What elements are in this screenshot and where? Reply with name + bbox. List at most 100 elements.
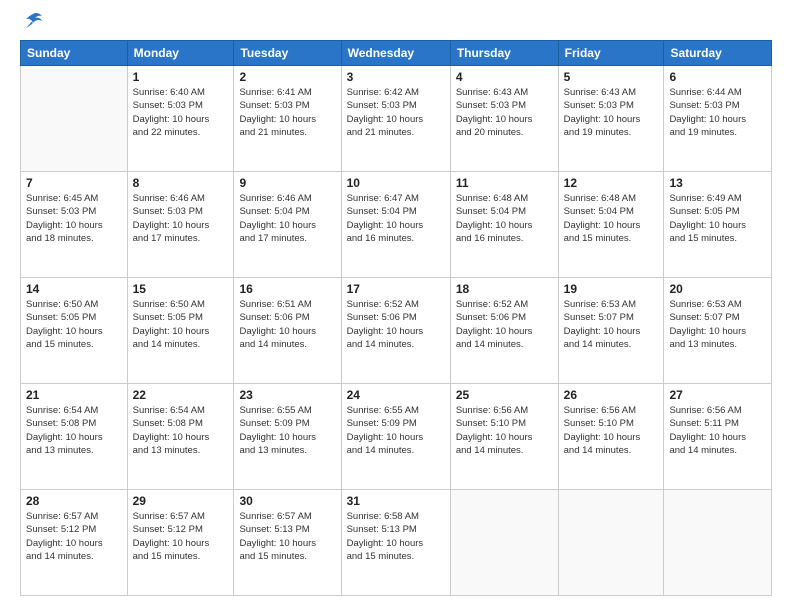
day-number: 20 xyxy=(669,282,766,296)
day-info: Sunrise: 6:53 AM Sunset: 5:07 PM Dayligh… xyxy=(564,298,659,351)
day-info: Sunrise: 6:54 AM Sunset: 5:08 PM Dayligh… xyxy=(26,404,122,457)
day-info: Sunrise: 6:55 AM Sunset: 5:09 PM Dayligh… xyxy=(239,404,335,457)
day-info: Sunrise: 6:57 AM Sunset: 5:12 PM Dayligh… xyxy=(133,510,229,563)
calendar-week-row: 14 Sunrise: 6:50 AM Sunset: 5:05 PM Dayli… xyxy=(21,278,772,384)
bird-icon xyxy=(23,12,43,30)
calendar-cell: 1 Sunrise: 6:40 AM Sunset: 5:03 PM Daylig… xyxy=(127,66,234,172)
col-header-thursday: Thursday xyxy=(450,41,558,66)
calendar-cell: 18 Sunrise: 6:52 AM Sunset: 5:06 PM Dayli… xyxy=(450,278,558,384)
day-info: Sunrise: 6:42 AM Sunset: 5:03 PM Dayligh… xyxy=(347,86,445,139)
calendar-week-row: 21Sunrise: 6:54 AM Sunset: 5:08 PM Dayli… xyxy=(21,384,772,490)
day-number: 8 xyxy=(133,176,229,190)
logo xyxy=(20,16,43,30)
day-info: Sunrise: 6:46 AM Sunset: 5:04 PM Dayligh… xyxy=(239,192,335,245)
calendar-cell: 27 Sunrise: 6:56 AM Sunset: 5:11 PM Dayli… xyxy=(664,384,772,490)
day-number: 5 xyxy=(564,70,659,84)
day-number: 24 xyxy=(347,388,445,402)
calendar-cell: 31 Sunrise: 6:58 AM Sunset: 5:13 PM Dayli… xyxy=(341,490,450,596)
day-number: 1 xyxy=(133,70,229,84)
calendar-cell: 30 Sunrise: 6:57 AM Sunset: 5:13 PM Dayli… xyxy=(234,490,341,596)
calendar-cell: 4 Sunrise: 6:43 AM Sunset: 5:03 PM Daylig… xyxy=(450,66,558,172)
calendar-cell: 7 Sunrise: 6:45 AM Sunset: 5:03 PM Daylig… xyxy=(21,172,128,278)
calendar-cell: 26 Sunrise: 6:56 AM Sunset: 5:10 PM Dayli… xyxy=(558,384,664,490)
calendar-cell: 6Sunrise: 6:44 AM Sunset: 5:03 PM Daylig… xyxy=(664,66,772,172)
day-info: Sunrise: 6:45 AM Sunset: 5:03 PM Dayligh… xyxy=(26,192,122,245)
calendar-cell: 3 Sunrise: 6:42 AM Sunset: 5:03 PM Daylig… xyxy=(341,66,450,172)
day-number: 3 xyxy=(347,70,445,84)
day-number: 2 xyxy=(239,70,335,84)
day-number: 6 xyxy=(669,70,766,84)
day-info: Sunrise: 6:52 AM Sunset: 5:06 PM Dayligh… xyxy=(456,298,553,351)
day-number: 25 xyxy=(456,388,553,402)
calendar-cell: 24 Sunrise: 6:55 AM Sunset: 5:09 PM Dayli… xyxy=(341,384,450,490)
day-number: 26 xyxy=(564,388,659,402)
day-info: Sunrise: 6:57 AM Sunset: 5:12 PM Dayligh… xyxy=(26,510,122,563)
col-header-wednesday: Wednesday xyxy=(341,41,450,66)
day-info: Sunrise: 6:49 AM Sunset: 5:05 PM Dayligh… xyxy=(669,192,766,245)
calendar-cell: 9 Sunrise: 6:46 AM Sunset: 5:04 PM Daylig… xyxy=(234,172,341,278)
day-number: 27 xyxy=(669,388,766,402)
calendar-cell: 8Sunrise: 6:46 AM Sunset: 5:03 PM Daylig… xyxy=(127,172,234,278)
col-header-friday: Friday xyxy=(558,41,664,66)
day-info: Sunrise: 6:55 AM Sunset: 5:09 PM Dayligh… xyxy=(347,404,445,457)
page: SundayMondayTuesdayWednesdayThursdayFrid… xyxy=(0,0,792,612)
day-info: Sunrise: 6:54 AM Sunset: 5:08 PM Dayligh… xyxy=(133,404,229,457)
calendar-cell: 19 Sunrise: 6:53 AM Sunset: 5:07 PM Dayli… xyxy=(558,278,664,384)
day-info: Sunrise: 6:41 AM Sunset: 5:03 PM Dayligh… xyxy=(239,86,335,139)
day-info: Sunrise: 6:53 AM Sunset: 5:07 PM Dayligh… xyxy=(669,298,766,351)
day-number: 22 xyxy=(133,388,229,402)
day-number: 14 xyxy=(26,282,122,296)
calendar-cell: 29 Sunrise: 6:57 AM Sunset: 5:12 PM Dayli… xyxy=(127,490,234,596)
calendar-cell xyxy=(450,490,558,596)
day-info: Sunrise: 6:50 AM Sunset: 5:05 PM Dayligh… xyxy=(26,298,122,351)
calendar-week-row: 1 Sunrise: 6:40 AM Sunset: 5:03 PM Daylig… xyxy=(21,66,772,172)
day-info: Sunrise: 6:43 AM Sunset: 5:03 PM Dayligh… xyxy=(456,86,553,139)
col-header-sunday: Sunday xyxy=(21,41,128,66)
calendar-cell: 15Sunrise: 6:50 AM Sunset: 5:05 PM Dayli… xyxy=(127,278,234,384)
calendar-cell xyxy=(21,66,128,172)
calendar-cell: 16 Sunrise: 6:51 AM Sunset: 5:06 PM Dayli… xyxy=(234,278,341,384)
calendar-cell: 11 Sunrise: 6:48 AM Sunset: 5:04 PM Dayli… xyxy=(450,172,558,278)
day-info: Sunrise: 6:51 AM Sunset: 5:06 PM Dayligh… xyxy=(239,298,335,351)
day-number: 7 xyxy=(26,176,122,190)
calendar-cell: 28Sunrise: 6:57 AM Sunset: 5:12 PM Dayli… xyxy=(21,490,128,596)
calendar-table: SundayMondayTuesdayWednesdayThursdayFrid… xyxy=(20,40,772,596)
day-number: 4 xyxy=(456,70,553,84)
calendar-cell xyxy=(664,490,772,596)
day-number: 30 xyxy=(239,494,335,508)
day-info: Sunrise: 6:43 AM Sunset: 5:03 PM Dayligh… xyxy=(564,86,659,139)
day-info: Sunrise: 6:40 AM Sunset: 5:03 PM Dayligh… xyxy=(133,86,229,139)
calendar-cell: 13 Sunrise: 6:49 AM Sunset: 5:05 PM Dayli… xyxy=(664,172,772,278)
day-info: Sunrise: 6:58 AM Sunset: 5:13 PM Dayligh… xyxy=(347,510,445,563)
calendar-week-row: 28Sunrise: 6:57 AM Sunset: 5:12 PM Dayli… xyxy=(21,490,772,596)
day-number: 15 xyxy=(133,282,229,296)
day-info: Sunrise: 6:56 AM Sunset: 5:10 PM Dayligh… xyxy=(564,404,659,457)
day-number: 13 xyxy=(669,176,766,190)
calendar-cell xyxy=(558,490,664,596)
col-header-saturday: Saturday xyxy=(664,41,772,66)
col-header-monday: Monday xyxy=(127,41,234,66)
day-number: 11 xyxy=(456,176,553,190)
calendar-cell: 23 Sunrise: 6:55 AM Sunset: 5:09 PM Dayli… xyxy=(234,384,341,490)
calendar-cell: 25 Sunrise: 6:56 AM Sunset: 5:10 PM Dayli… xyxy=(450,384,558,490)
col-header-tuesday: Tuesday xyxy=(234,41,341,66)
day-number: 31 xyxy=(347,494,445,508)
day-number: 16 xyxy=(239,282,335,296)
calendar-cell: 21Sunrise: 6:54 AM Sunset: 5:08 PM Dayli… xyxy=(21,384,128,490)
day-number: 29 xyxy=(133,494,229,508)
day-number: 10 xyxy=(347,176,445,190)
calendar-cell: 22 Sunrise: 6:54 AM Sunset: 5:08 PM Dayli… xyxy=(127,384,234,490)
day-number: 23 xyxy=(239,388,335,402)
calendar-cell: 10 Sunrise: 6:47 AM Sunset: 5:04 PM Dayli… xyxy=(341,172,450,278)
day-number: 9 xyxy=(239,176,335,190)
day-info: Sunrise: 6:48 AM Sunset: 5:04 PM Dayligh… xyxy=(456,192,553,245)
day-info: Sunrise: 6:56 AM Sunset: 5:11 PM Dayligh… xyxy=(669,404,766,457)
day-info: Sunrise: 6:57 AM Sunset: 5:13 PM Dayligh… xyxy=(239,510,335,563)
calendar-header-row: SundayMondayTuesdayWednesdayThursdayFrid… xyxy=(21,41,772,66)
day-info: Sunrise: 6:56 AM Sunset: 5:10 PM Dayligh… xyxy=(456,404,553,457)
day-number: 19 xyxy=(564,282,659,296)
day-info: Sunrise: 6:47 AM Sunset: 5:04 PM Dayligh… xyxy=(347,192,445,245)
calendar-week-row: 7 Sunrise: 6:45 AM Sunset: 5:03 PM Daylig… xyxy=(21,172,772,278)
day-number: 17 xyxy=(347,282,445,296)
day-number: 18 xyxy=(456,282,553,296)
